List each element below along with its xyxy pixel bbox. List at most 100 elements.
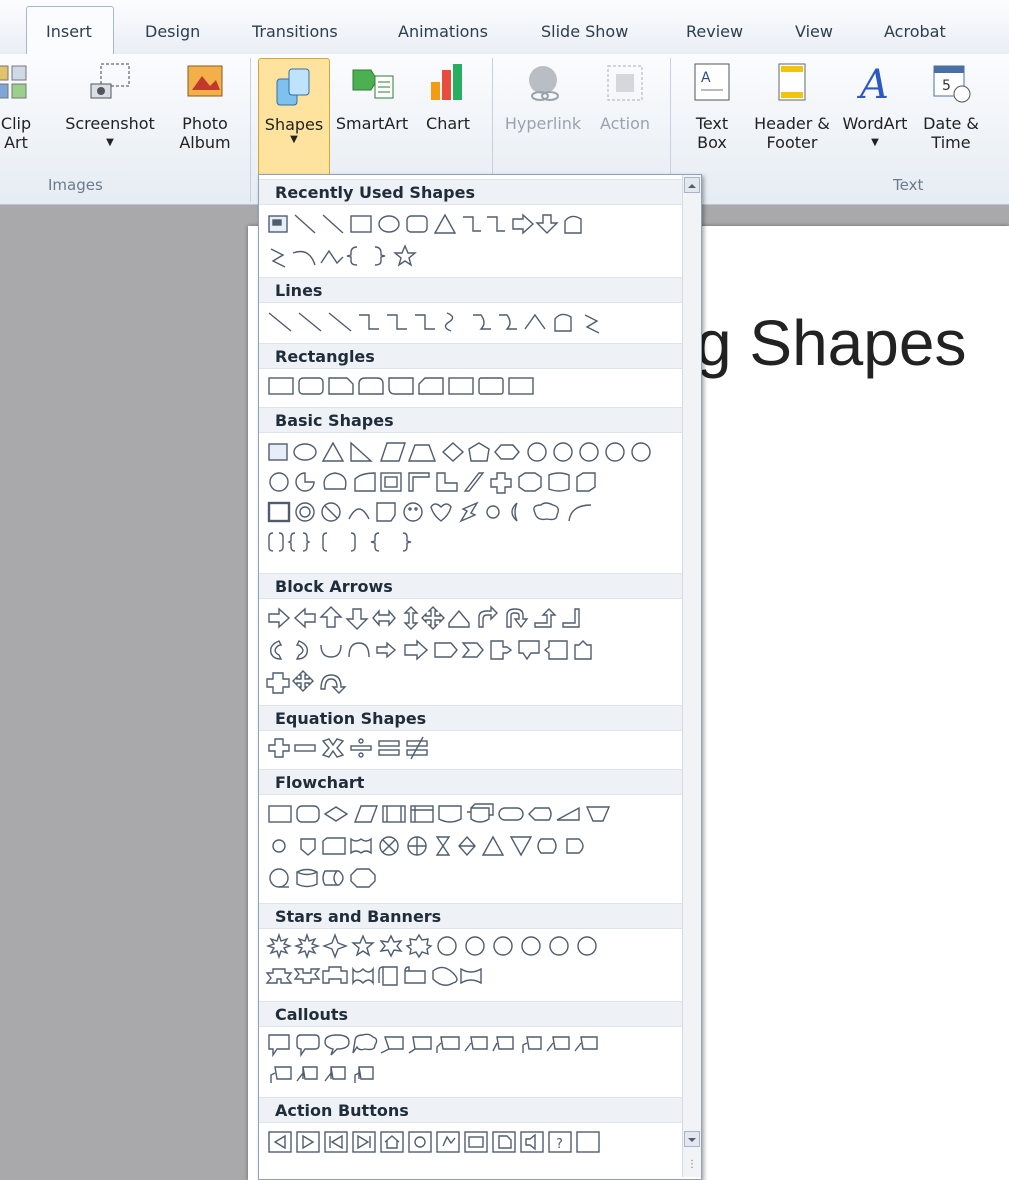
block-arrows-row-1[interactable] — [265, 603, 675, 633]
section-action-buttons: Action Buttons — [259, 1097, 683, 1123]
tab-design[interactable]: Design — [145, 22, 200, 41]
tab-insert[interactable]: Insert — [46, 22, 92, 41]
flowchart-row-2[interactable] — [265, 831, 675, 861]
chevron-up-icon — [688, 184, 696, 188]
section-recently-used-shapes: Recently Used Shapes — [259, 179, 683, 205]
shapes-button[interactable]: Shapes ▼ — [258, 58, 330, 178]
action-buttons-icons: ? — [268, 1131, 600, 1153]
block-arrows-icons — [268, 605, 580, 630]
section-rectangles: Rectangles — [259, 343, 683, 369]
hyperlink-button[interactable]: Hyperlink — [500, 60, 586, 133]
clip-art-button[interactable]: Clip Art — [0, 60, 40, 152]
hyperlink-icon — [529, 66, 559, 101]
recent-shapes-row[interactable] — [265, 209, 675, 239]
block-arrows-icons — [266, 670, 347, 694]
callouts-icons — [270, 1066, 374, 1083]
slide-title[interactable]: g Shapes — [696, 306, 966, 380]
smartart-label: SmartArt — [335, 114, 409, 133]
action-button[interactable]: Action — [592, 60, 658, 133]
clip-art-label: Clip Art — [0, 114, 32, 152]
scroll-down-button[interactable] — [684, 1131, 700, 1147]
scroll-up-button[interactable] — [684, 177, 700, 193]
shapes-gallery: Recently Used Shapes Lines Rectangles Ba… — [258, 174, 702, 1180]
smartart-icon — [352, 69, 394, 99]
recent-shapes-row-2[interactable] — [265, 241, 675, 271]
chevron-down-icon: ▼ — [106, 137, 114, 148]
basic-shapes-row-4[interactable] — [265, 527, 675, 557]
rectangles-row[interactable] — [265, 371, 675, 401]
header-footer-icon — [778, 63, 806, 101]
header-footer-button[interactable]: Header & Footer — [748, 60, 836, 152]
lines-row[interactable] — [265, 307, 675, 337]
svg-text:A: A — [856, 62, 889, 106]
block-arrows-row-3[interactable] — [265, 667, 675, 697]
date-time-label: Date & Time — [923, 114, 979, 152]
svg-text:A: A — [701, 70, 711, 86]
gallery-scrollbar[interactable]: ⋮ — [682, 175, 701, 1177]
banners-row[interactable] — [265, 961, 675, 991]
section-lines: Lines — [259, 277, 683, 303]
chart-label: Chart — [426, 114, 470, 133]
basic-shapes-row-1[interactable] — [265, 437, 675, 467]
basic-shapes-row-2[interactable] — [265, 467, 675, 497]
stars-row[interactable] — [265, 931, 675, 961]
callouts-icons — [268, 1033, 598, 1058]
section-block-arrows: Block Arrows — [259, 573, 683, 599]
stars-icons — [265, 932, 597, 960]
section-flowchart: Flowchart — [259, 769, 683, 795]
wordart-button[interactable]: A WordArt ▼ — [838, 60, 912, 152]
block-arrows-row-2[interactable] — [265, 635, 675, 665]
flowchart-row-1[interactable] — [265, 799, 675, 829]
shapes-icon — [276, 68, 310, 106]
screenshot-button[interactable]: Screenshot ▼ — [58, 60, 162, 152]
tab-slide-show[interactable]: Slide Show — [541, 22, 628, 41]
wordart-label: WordArt — [842, 114, 908, 133]
text-box-label: Text Box — [695, 114, 729, 152]
block-arrows-icons — [269, 639, 592, 661]
section-callouts: Callouts — [259, 1001, 683, 1027]
recent-shapes-icons — [268, 213, 582, 235]
text-box-button[interactable]: A Text Box — [682, 60, 742, 152]
shapes-label: Shapes — [264, 115, 324, 134]
equation-shapes-row[interactable] — [265, 733, 675, 763]
section-stars-and-banners: Stars and Banners — [259, 903, 683, 929]
calendar-icon: 5 — [933, 65, 971, 103]
photo-album-button[interactable]: Photo Album — [168, 60, 242, 152]
group-text-label: Text — [893, 176, 924, 194]
flowchart-icons — [268, 803, 611, 823]
tab-review[interactable]: Review — [686, 22, 743, 41]
text-box-icon: A — [694, 63, 730, 101]
svg-text:5: 5 — [942, 78, 951, 94]
basic-shapes-icons — [269, 472, 596, 494]
action-label: Action — [599, 114, 651, 133]
action-icon — [607, 65, 643, 101]
section-basic-shapes: Basic Shapes — [259, 407, 683, 433]
chart-icon — [431, 64, 462, 100]
banners-icons — [265, 966, 482, 986]
screenshot-icon — [90, 63, 130, 99]
action-buttons-row[interactable]: ? — [265, 1127, 675, 1157]
equation-shapes-icons — [268, 736, 428, 760]
tab-animations[interactable]: Animations — [398, 22, 488, 41]
chart-button[interactable]: Chart — [418, 60, 478, 133]
rectangles-icons — [268, 377, 534, 395]
basic-shapes-row-3[interactable] — [265, 497, 675, 527]
callouts-row-1[interactable] — [265, 1029, 675, 1059]
basic-shapes-icons — [268, 441, 651, 462]
ribbon-separator — [250, 58, 251, 202]
clip-art-icon — [0, 65, 27, 99]
flowchart-row-3[interactable] — [265, 863, 675, 893]
flowchart-icons — [272, 835, 584, 857]
basic-shapes-icons — [268, 532, 412, 552]
callouts-row-2[interactable] — [265, 1059, 675, 1089]
tab-acrobat[interactable]: Acrobat — [884, 22, 946, 41]
hyperlink-label: Hyperlink — [504, 114, 582, 133]
chevron-down-icon: ▼ — [290, 134, 298, 145]
date-time-button[interactable]: 5 Date & Time — [916, 60, 986, 152]
resize-grip-icon[interactable]: ⋮ — [687, 1159, 697, 1170]
tab-view[interactable]: View — [795, 22, 833, 41]
chevron-down-icon — [688, 1138, 696, 1142]
smartart-button[interactable]: SmartArt — [332, 60, 412, 133]
tab-transitions[interactable]: Transitions — [252, 22, 338, 41]
photo-album-icon — [187, 65, 223, 97]
